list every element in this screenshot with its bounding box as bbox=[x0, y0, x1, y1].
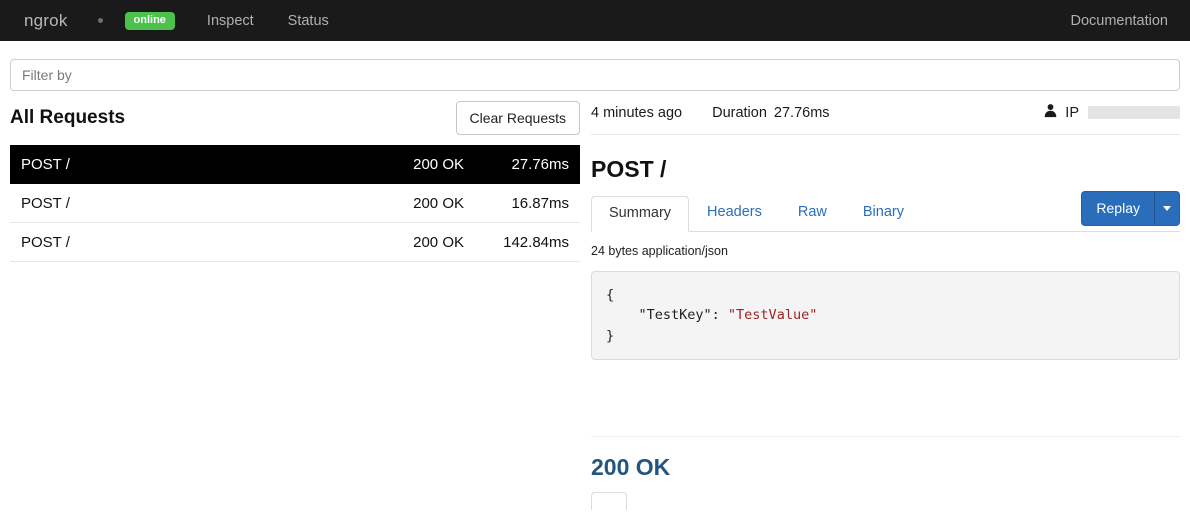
duration-label: Duration bbox=[712, 104, 767, 121]
request-method: POST / bbox=[21, 194, 70, 212]
top-navbar: ngrok online Inspect Status Documentatio… bbox=[0, 0, 1190, 41]
requests-panel-header: All Requests Clear Requests bbox=[10, 91, 580, 145]
detail-meta-row: 4 minutes ago Duration 27.76ms IP bbox=[591, 91, 1180, 135]
brand-logo[interactable]: ngrok bbox=[24, 11, 68, 31]
response-tab-summary[interactable] bbox=[591, 491, 627, 510]
ip-group: IP bbox=[1043, 103, 1180, 122]
request-method: POST / bbox=[21, 155, 70, 173]
clear-requests-button[interactable]: Clear Requests bbox=[455, 101, 580, 135]
request-method: POST / bbox=[21, 233, 70, 251]
filter-bar bbox=[0, 41, 1190, 91]
request-list: POST / 200 OK 27.76ms POST / 200 OK 16.8… bbox=[10, 145, 580, 262]
table-row[interactable]: POST / 200 OK 16.87ms bbox=[10, 184, 580, 223]
response-status-title: 200 OK bbox=[591, 453, 671, 480]
request-duration: 142.84ms bbox=[503, 233, 569, 251]
duration-value: 27.76ms bbox=[773, 104, 830, 121]
ip-value-redacted bbox=[1088, 106, 1180, 119]
status-dot-icon bbox=[97, 18, 103, 23]
replay-dropdown-toggle[interactable] bbox=[1154, 191, 1180, 226]
person-icon bbox=[1043, 103, 1058, 122]
json-key: "TestKey": bbox=[606, 307, 728, 324]
nav-link-inspect[interactable]: Inspect bbox=[207, 13, 254, 29]
json-value: "TestValue" bbox=[727, 307, 818, 324]
body-meta: 24 bytes application/json bbox=[591, 244, 728, 258]
ip-label: IP bbox=[1065, 104, 1079, 121]
json-brace-close: } bbox=[606, 327, 615, 344]
status-badge: online bbox=[124, 11, 175, 30]
request-duration: 27.76ms bbox=[511, 155, 569, 173]
request-detail-panel: 4 minutes ago Duration 27.76ms IP POST /… bbox=[580, 91, 1190, 510]
detail-tabs: Summary Headers Raw Binary Replay bbox=[591, 191, 1180, 232]
table-row[interactable]: POST / 200 OK 142.84ms bbox=[10, 223, 580, 262]
table-row[interactable]: POST / 200 OK 27.76ms bbox=[10, 145, 580, 184]
tab-summary[interactable]: Summary bbox=[591, 196, 690, 232]
request-title: POST / bbox=[591, 156, 667, 182]
replay-button[interactable]: Replay bbox=[1081, 191, 1154, 226]
chevron-down-icon bbox=[1163, 206, 1171, 211]
request-status: 200 OK bbox=[413, 233, 464, 251]
request-status: 200 OK bbox=[413, 155, 464, 173]
request-timestamp: 4 minutes ago bbox=[591, 104, 683, 121]
page-title: All Requests bbox=[10, 107, 126, 128]
requests-panel: All Requests Clear Requests POST / 200 O… bbox=[0, 91, 580, 262]
tab-binary[interactable]: Binary bbox=[845, 195, 922, 231]
json-brace-open: { bbox=[606, 287, 615, 303]
nav-link-status[interactable]: Status bbox=[288, 13, 329, 29]
nav-link-documentation[interactable]: Documentation bbox=[1070, 13, 1168, 29]
tab-raw[interactable]: Raw bbox=[780, 195, 845, 231]
request-duration: 16.87ms bbox=[511, 194, 569, 212]
request-status: 200 OK bbox=[413, 194, 464, 212]
request-body-code: { "TestKey": "TestValue" } bbox=[591, 271, 1180, 360]
filter-input[interactable] bbox=[10, 59, 1180, 91]
response-tabs bbox=[591, 491, 1180, 510]
section-divider bbox=[591, 435, 1180, 437]
replay-button-group: Replay bbox=[1081, 191, 1180, 226]
tab-headers[interactable]: Headers bbox=[689, 195, 780, 231]
main-content: All Requests Clear Requests POST / 200 O… bbox=[0, 91, 1190, 514]
